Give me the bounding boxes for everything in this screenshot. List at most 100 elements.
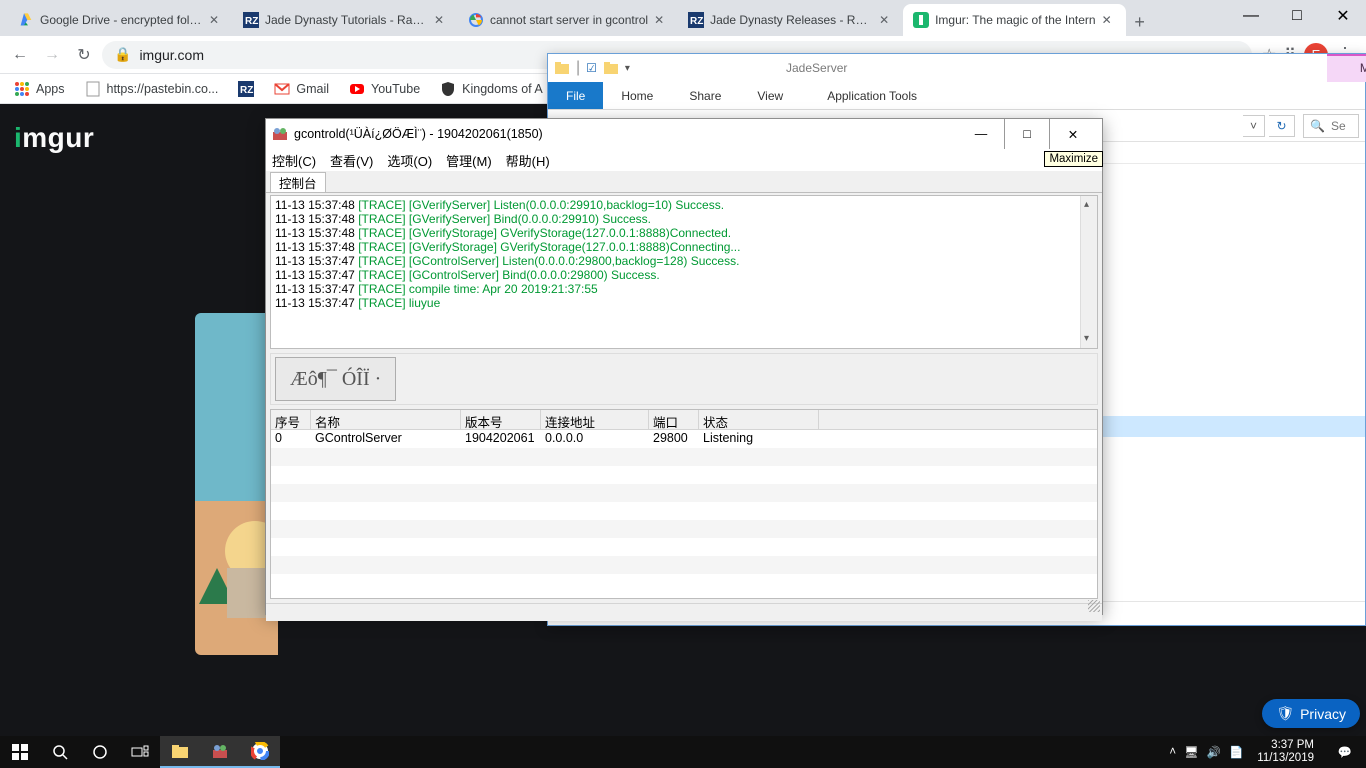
menu-item[interactable]: 帮助(H) xyxy=(506,151,550,170)
grid-cell: Listening xyxy=(699,430,819,448)
grid-cell: GControlServer xyxy=(311,430,461,448)
menu-bar: 控制(C) 查看(V) 选项(O) 管理(M) 帮助(H) xyxy=(266,149,1102,171)
start-game-button[interactable]: Æô¶¯ ÓÎÏ · xyxy=(275,357,396,401)
bookmark-label: Gmail xyxy=(296,82,329,96)
system-tray: ˄ 🖥 🔊 📄 3:37 PM 11/13/2019 💬 xyxy=(1165,736,1366,768)
menu-item[interactable]: 管理(M) xyxy=(446,151,492,170)
manage-tab-header[interactable]: Manage xyxy=(1327,54,1366,82)
scrollbar[interactable] xyxy=(1080,196,1097,348)
bookmark-gmail[interactable]: Gmail xyxy=(266,79,337,99)
grid-col-header[interactable]: 连接地址 xyxy=(541,410,649,429)
browser-tab-4[interactable]: Imgur: The magic of the Intern ✕ xyxy=(903,4,1126,36)
explorer-titlebar[interactable]: | ☑ ▾ Manage JadeServer xyxy=(548,54,1365,82)
maximize-button[interactable]: □ xyxy=(1274,0,1320,32)
action-center-icon[interactable]: 💬 xyxy=(1328,736,1362,768)
close-icon[interactable]: ✕ xyxy=(879,13,893,27)
close-icon[interactable]: ✕ xyxy=(654,13,668,27)
window-title: JadeServer xyxy=(778,61,1365,75)
imgur-icon xyxy=(913,12,929,28)
tab-title: Google Drive - encrypted folder xyxy=(40,13,203,27)
reload-button[interactable]: ↻ xyxy=(70,41,98,69)
tray-overflow-icon[interactable]: ˄ xyxy=(1169,746,1176,758)
browser-tab-2[interactable]: cannot start server in gcontrol ✕ xyxy=(458,4,678,36)
qat-dropdown-icon[interactable]: ▾ xyxy=(625,63,630,74)
tray-volume-icon[interactable]: 🔊 xyxy=(1207,745,1221,759)
cortana-button[interactable] xyxy=(80,736,120,768)
bookmark-youtube[interactable]: YouTube xyxy=(341,79,428,99)
ribbon-file-tab[interactable]: File xyxy=(548,82,603,109)
bookmark-pastebin[interactable]: https://pastebin.co... xyxy=(77,79,227,99)
grid-col-header[interactable]: 版本号 xyxy=(461,410,541,429)
grid-col-header[interactable]: 名称 xyxy=(311,410,461,429)
clock-date: 11/13/2019 xyxy=(1257,752,1314,765)
grid-cell: 1904202061 xyxy=(461,430,541,448)
shield-icon: 🛡 xyxy=(1276,705,1294,722)
rz-icon: RZ xyxy=(238,81,254,97)
refresh-button[interactable]: ↻ xyxy=(1269,115,1295,137)
taskbar-chrome[interactable] xyxy=(240,736,280,768)
tray-lang-icon[interactable]: 📄 xyxy=(1229,745,1243,759)
menu-item[interactable]: 查看(V) xyxy=(330,151,373,170)
browser-tab-3[interactable]: RZ Jade Dynasty Releases - RaGEZ ✕ xyxy=(678,4,903,36)
ribbon-apptools-tab[interactable]: Application Tools xyxy=(809,89,935,103)
window-controls: — □ ✕ xyxy=(1228,0,1366,32)
bookmark-apps[interactable]: Apps xyxy=(6,79,73,99)
apps-icon xyxy=(14,81,30,97)
qat-props-icon[interactable]: ☑ xyxy=(586,61,597,75)
back-button[interactable]: ← xyxy=(6,41,34,69)
ribbon-view-tab[interactable]: View xyxy=(739,89,801,103)
menu-item[interactable]: 选项(O) xyxy=(387,151,432,170)
taskbar-explorer[interactable] xyxy=(160,736,200,768)
search-button[interactable] xyxy=(40,736,80,768)
explorer-ribbon: File Home Share View Application Tools xyxy=(548,82,1365,110)
button-bar: Æô¶¯ ÓÎÏ · xyxy=(270,353,1098,405)
browser-tab-0[interactable]: Google Drive - encrypted folder ✕ xyxy=(8,4,233,36)
close-button[interactable]: ✕ xyxy=(1320,0,1366,32)
quick-access-toolbar: | ☑ ▾ xyxy=(548,54,778,82)
search-icon: 🔍 xyxy=(1310,119,1325,133)
grid-row[interactable]: 0GControlServer19042020610.0.0.029800Lis… xyxy=(271,430,1097,448)
console-output[interactable]: 11-13 15:37:48 [TRACE] [GVerifyServer] L… xyxy=(270,195,1098,349)
tab-title: Imgur: The magic of the Intern xyxy=(935,13,1096,27)
windows-taskbar: ˄ 🖥 🔊 📄 3:37 PM 11/13/2019 💬 xyxy=(0,736,1366,768)
minimize-button[interactable]: — xyxy=(958,119,1004,149)
path-dropdown-icon[interactable]: ˅ xyxy=(1243,115,1265,137)
minimize-button[interactable]: — xyxy=(1228,0,1274,32)
svg-text:RZ: RZ xyxy=(240,85,253,96)
console-tab[interactable]: 控制台 xyxy=(270,172,326,192)
tab-title: Jade Dynasty Tutorials - RaGEZ xyxy=(265,13,428,27)
ribbon-share-tab[interactable]: Share xyxy=(671,89,739,103)
browser-tab-1[interactable]: RZ Jade Dynasty Tutorials - RaGEZ ✕ xyxy=(233,4,458,36)
task-view-button[interactable] xyxy=(120,736,160,768)
ribbon-home-tab[interactable]: Home xyxy=(603,89,671,103)
taskbar-clock[interactable]: 3:37 PM 11/13/2019 xyxy=(1251,739,1320,765)
privacy-label: Privacy xyxy=(1300,706,1346,722)
forward-button[interactable]: → xyxy=(38,41,66,69)
grid-col-header[interactable]: 端口 xyxy=(649,410,699,429)
close-icon[interactable]: ✕ xyxy=(1102,13,1116,27)
resize-grip[interactable] xyxy=(1088,600,1100,612)
grid-col-header[interactable]: 序号 xyxy=(271,410,311,429)
taskbar-app[interactable] xyxy=(200,736,240,768)
start-button[interactable] xyxy=(0,736,40,768)
menu-item[interactable]: 控制(C) xyxy=(272,151,316,170)
gcontrold-titlebar[interactable]: gcontrold(¹ÜÀí¿ØÖÆÌ¨) - 1904202061(1850)… xyxy=(266,119,1102,149)
grid-cell: 29800 xyxy=(649,430,699,448)
log-line: 11-13 15:37:47 [TRACE] [GControlServer] … xyxy=(275,268,1093,282)
privacy-button[interactable]: 🛡 Privacy xyxy=(1262,699,1360,728)
maximize-button[interactable]: □ xyxy=(1004,119,1050,149)
folder-icon[interactable] xyxy=(603,60,619,76)
close-icon[interactable]: ✕ xyxy=(434,13,448,27)
bookmark-koa[interactable]: Kingdoms of A xyxy=(432,79,551,99)
imgur-logo[interactable]: imgur xyxy=(14,122,94,154)
bookmark-label: YouTube xyxy=(371,82,420,96)
tray-network-icon[interactable]: 🖥 xyxy=(1184,745,1199,759)
server-grid: 序号名称版本号连接地址端口状态 0GControlServer190420206… xyxy=(270,409,1098,599)
google-icon xyxy=(468,12,484,28)
close-icon[interactable]: ✕ xyxy=(209,13,223,27)
close-button[interactable]: ✕ xyxy=(1050,119,1096,149)
search-box[interactable]: 🔍 Se xyxy=(1303,114,1359,138)
grid-col-header[interactable]: 状态 xyxy=(699,410,819,429)
bookmark-rz[interactable]: RZ xyxy=(230,79,262,99)
new-tab-button[interactable]: + xyxy=(1126,8,1154,36)
